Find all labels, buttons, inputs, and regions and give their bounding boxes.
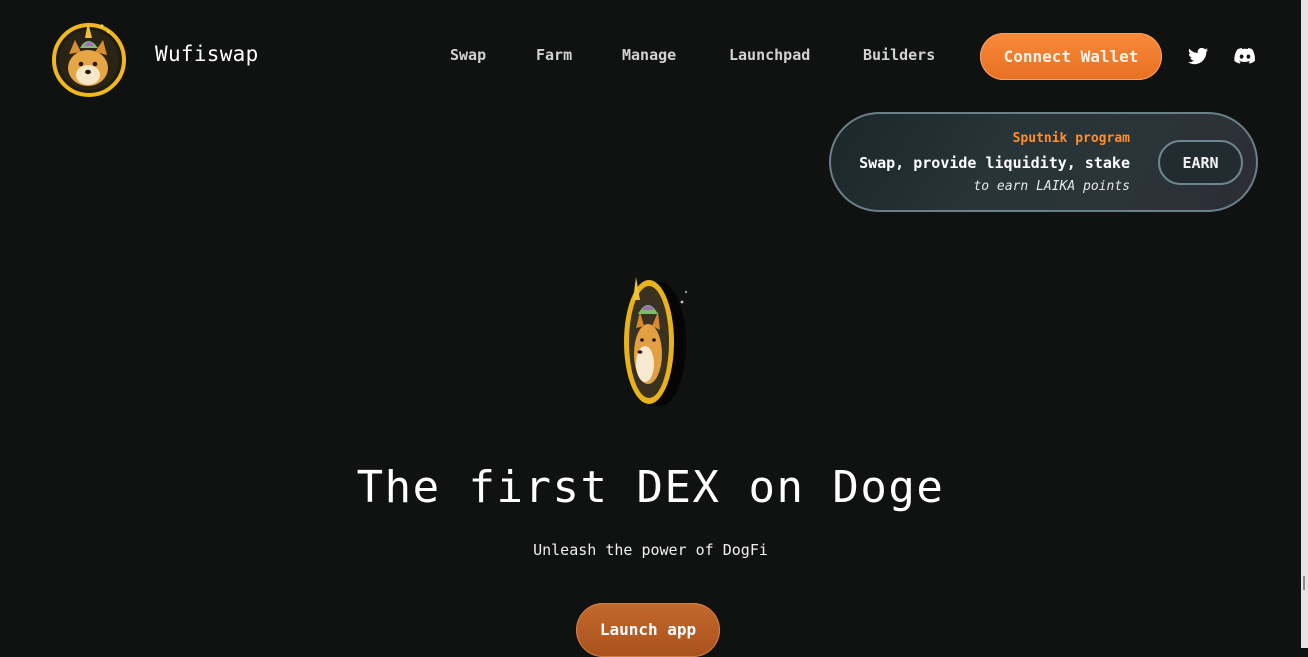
nav-launchpad[interactable]: Launchpad — [729, 46, 810, 64]
doge-unicorn-logo-icon[interactable] — [48, 18, 130, 98]
hero-title: The first DEX on Doge — [356, 462, 945, 513]
landing-page: Wufiswap Swap Farm Manage Launchpad Buil… — [0, 0, 1301, 657]
promo-headline: Swap, provide liquidity, stake — [859, 154, 1130, 172]
nav-manage[interactable]: Manage — [622, 46, 676, 64]
doge-coin-icon — [612, 272, 696, 412]
nav-farm[interactable]: Farm — [536, 46, 572, 64]
promo-kicker: Sputnik program — [1012, 131, 1130, 146]
nav-swap[interactable]: Swap — [450, 46, 486, 64]
hero-subtitle: Unleash the power of DogFi — [533, 541, 768, 559]
earn-button[interactable]: EARN — [1158, 140, 1243, 185]
nav-builders[interactable]: Builders — [863, 46, 935, 64]
twitter-icon[interactable] — [1186, 44, 1210, 68]
brand-name[interactable]: Wufiswap — [155, 42, 259, 66]
discord-icon[interactable] — [1233, 44, 1257, 68]
sputnik-promo-card: Sputnik program Swap, provide liquidity,… — [829, 112, 1258, 212]
launch-app-button[interactable]: Launch app — [576, 603, 720, 657]
promo-subtext: to earn LAIKA points — [973, 179, 1130, 194]
connect-wallet-button[interactable]: Connect Wallet — [980, 33, 1162, 80]
scrollbar-thumb[interactable] — [1303, 576, 1305, 590]
scrollbar[interactable] — [1301, 0, 1308, 648]
